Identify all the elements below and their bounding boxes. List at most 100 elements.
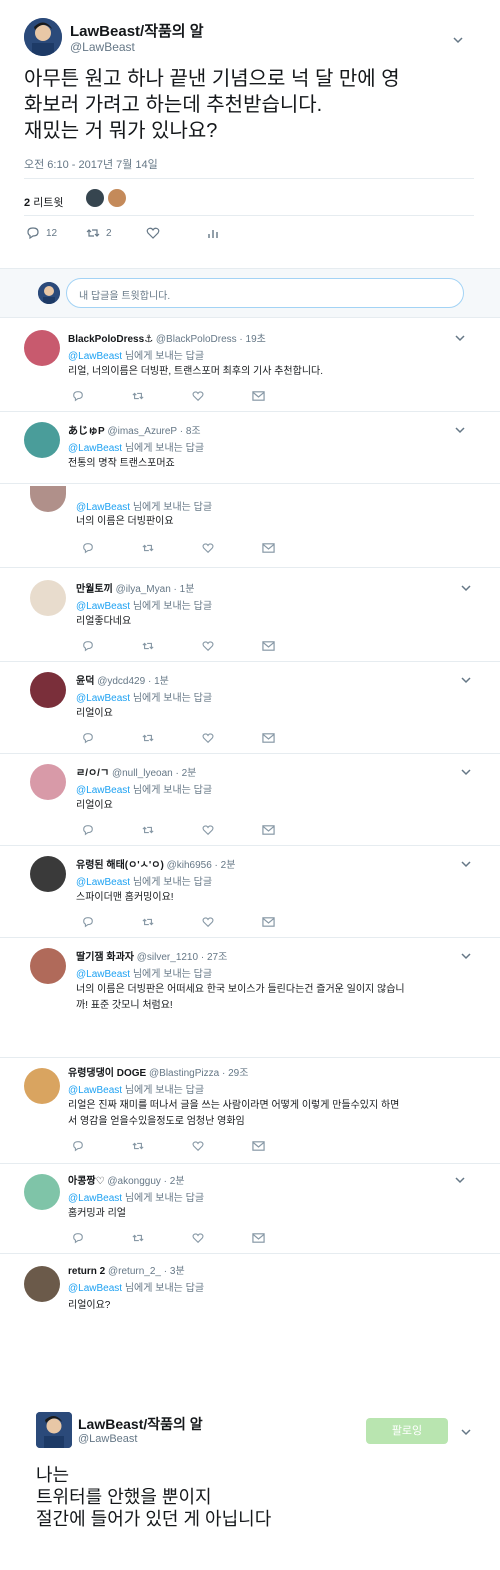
reply-action[interactable] [82,824,142,836]
dm-action[interactable] [262,916,322,928]
retweeter-avatar[interactable] [86,189,104,207]
author-display-name[interactable]: LawBeast/작품의 알 [70,20,204,41]
reply-time[interactable]: 1분 [180,584,195,595]
reply-to-link[interactable]: @LawBeast [76,969,130,980]
reply-handle[interactable]: @akongguy [107,1176,161,1187]
like-action[interactable] [202,732,262,744]
dm-action[interactable] [252,1232,312,1244]
reply-action[interactable] [82,640,142,652]
retweet-action[interactable] [132,390,192,402]
like-action[interactable] [202,542,262,554]
reply-to-link[interactable]: @LawBeast [76,693,130,704]
reply-handle[interactable]: @ilya_Myan [116,584,171,595]
reply-avatar[interactable] [24,330,60,366]
reply-tweet[interactable]: 아콩짱♡ @akongguy · 2분 @LawBeast 님에게 보내는 답글… [0,1164,500,1254]
reply-avatar[interactable] [24,1068,60,1104]
reply-time[interactable]: 19초 [246,334,266,345]
reply-handle[interactable]: @ydcd429 [97,676,145,687]
author-avatar[interactable] [24,18,62,56]
author-handle[interactable]: @LawBeast [78,1433,137,1445]
reply-tweet[interactable]: 딸기잼 화과자 @silver_1210 · 27조 @LawBeast 님에게… [0,938,500,1058]
reply-handle[interactable]: @return_2_ [108,1266,161,1277]
reply-action[interactable] [72,1140,132,1152]
analytics-action[interactable] [206,226,266,240]
reply-display-name[interactable]: BlackPoloDress⚓ [68,334,153,345]
reply-action[interactable] [82,916,142,928]
retweet-action[interactable] [142,916,202,928]
retweet-action[interactable] [132,1140,192,1152]
like-action[interactable] [202,824,262,836]
dm-action[interactable] [262,640,322,652]
reply-tweet[interactable]: @LawBeast 님에게 보내는 답글 너의 이름은 더빙판이요 [0,486,500,568]
like-action[interactable] [146,226,206,240]
reply-display-name[interactable]: 만월토끼 [76,584,113,595]
chevron-down-icon[interactable] [452,34,464,46]
reply-avatar[interactable] [30,948,66,984]
reply-avatar[interactable] [30,580,66,616]
tweet-timestamp[interactable]: 오전 6:10 - 2017년 7월 14일 [24,156,158,172]
dm-action[interactable] [252,1140,312,1152]
reply-avatar[interactable] [24,1266,60,1302]
chevron-down-icon[interactable] [454,332,466,344]
retweet-action[interactable] [142,640,202,652]
reply-action[interactable] [72,390,132,402]
reply-avatar[interactable] [30,856,66,892]
reply-tweet[interactable]: return 2 @return_2_ · 3분 @LawBeast 님에게 보… [0,1256,500,1346]
like-action[interactable] [202,640,262,652]
reply-time[interactable]: 8조 [186,426,201,437]
reply-display-name[interactable]: ㄹ/ㅇ/ㄱ [76,768,109,779]
like-action[interactable] [192,1140,252,1152]
reply-to-link[interactable]: @LawBeast [68,351,122,362]
retweet-action[interactable] [142,732,202,744]
reply-to-link[interactable]: @LawBeast [76,785,130,796]
reply-display-name[interactable]: 아콩짱♡ [68,1176,105,1187]
reply-handle[interactable]: @null_lyeoan [112,768,173,779]
like-action[interactable] [192,1232,252,1244]
reply-tweet[interactable]: 유령된 해태(ㅇ'ㅅ'ㅇ) @kih6956 · 2분 @LawBeast 님에… [0,846,500,938]
retweet-stat[interactable]: 2 리트윗 [24,194,64,210]
chevron-down-icon[interactable] [454,1174,466,1186]
reply-time[interactable]: 3분 [170,1266,185,1277]
dm-action[interactable] [262,732,322,744]
chevron-down-icon[interactable] [454,424,466,436]
reply-action[interactable] [82,542,142,554]
reply-avatar[interactable] [30,672,66,708]
dm-action[interactable] [252,390,312,402]
reply-avatar[interactable] [30,486,66,512]
reply-handle[interactable]: @kih6956 [167,860,212,871]
reply-time[interactable]: 27조 [207,952,227,963]
chevron-down-icon[interactable] [460,1426,472,1438]
following-button[interactable]: 팔로잉 [366,1418,448,1444]
reply-tweet[interactable]: 윤덕 @ydcd429 · 1분 @LawBeast 님에게 보내는 답글 리얼… [0,662,500,754]
reply-action[interactable] [82,732,142,744]
chevron-down-icon[interactable] [460,766,472,778]
reply-display-name[interactable]: あじゅP [68,426,105,437]
reply-tweet[interactable]: 유령댕댕이 DOGE @BlastingPizza · 29조 @LawBeas… [0,1058,500,1164]
reply-to-link[interactable]: @LawBeast [68,1283,122,1294]
reply-action[interactable]: 12 [26,226,86,240]
reply-display-name[interactable]: 윤덕 [76,676,94,687]
retweet-action[interactable]: 2 [86,226,146,240]
reply-display-name[interactable]: return 2 [68,1266,105,1277]
dm-action[interactable] [262,824,322,836]
reply-to-link[interactable]: @LawBeast [76,601,130,612]
reply-avatar[interactable] [24,422,60,458]
reply-tweet[interactable]: BlackPoloDress⚓ @BlackPoloDress · 19초 @L… [0,320,500,412]
reply-to-link[interactable]: @LawBeast [68,443,122,454]
like-action[interactable] [202,916,262,928]
chevron-down-icon[interactable] [460,858,472,870]
reply-tweet[interactable]: あじゅP @imas_AzureP · 8조 @LawBeast 님에게 보내는… [0,412,500,484]
reply-display-name[interactable]: 유령댕댕이 DOGE [68,1068,146,1079]
retweet-action[interactable] [142,824,202,836]
reply-tweet[interactable]: ㄹ/ㅇ/ㄱ @null_lyeoan · 2분 @LawBeast 님에게 보내… [0,754,500,846]
chevron-down-icon[interactable] [460,582,472,594]
reply-handle[interactable]: @imas_AzureP [107,426,176,437]
retweeter-avatar[interactable] [108,189,126,207]
reply-time[interactable]: 2분 [182,768,197,779]
chevron-down-icon[interactable] [460,950,472,962]
reply-to-link[interactable]: @LawBeast [76,502,130,513]
reply-handle[interactable]: @silver_1210 [137,952,198,963]
reply-to-link[interactable]: @LawBeast [68,1085,122,1096]
reply-time[interactable]: 29조 [228,1068,248,1079]
reply-time[interactable]: 2분 [170,1176,185,1187]
